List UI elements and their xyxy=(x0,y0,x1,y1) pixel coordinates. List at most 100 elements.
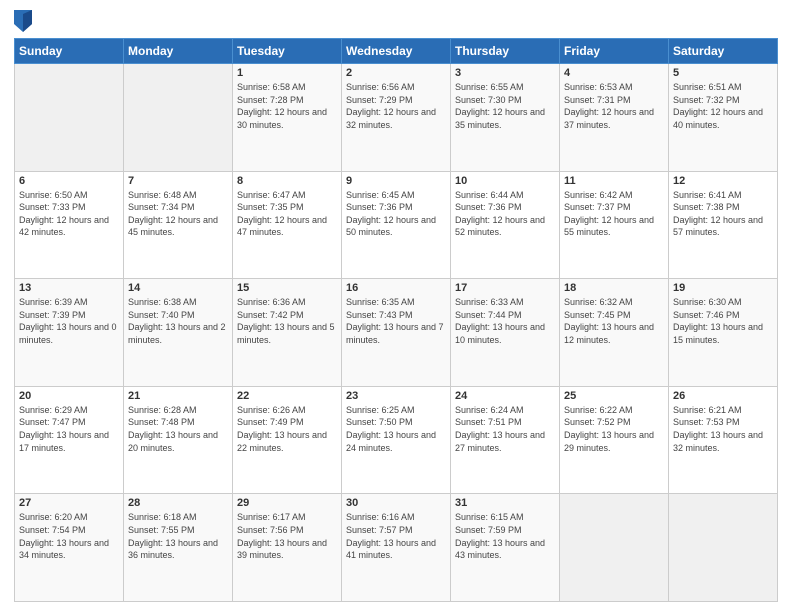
day-number: 15 xyxy=(237,282,337,294)
calendar-cell: 24 Sunrise: 6:24 AMSunset: 7:51 PMDayligh… xyxy=(451,386,560,494)
calendar-cell: 10Sunrise: 6:44 AMSunset: 7:36 PMDayligh… xyxy=(451,171,560,279)
day-number: 27 xyxy=(19,497,119,509)
day-info: Sunrise: 6:25 AMSunset: 7:50 PMDaylight:… xyxy=(346,404,446,454)
header-day-sunday: Sunday xyxy=(15,39,124,64)
day-number: 23 xyxy=(346,390,446,402)
calendar-cell: 28 Sunrise: 6:18 AMSunset: 7:55 PMDayligh… xyxy=(124,494,233,602)
day-info: Sunrise: 6:36 AMSunset: 7:42 PMDaylight:… xyxy=(237,296,337,346)
day-info: Sunrise: 6:26 AMSunset: 7:49 PMDaylight:… xyxy=(237,404,337,454)
day-info: Sunrise: 6:39 AMSunset: 7:39 PMDaylight:… xyxy=(19,296,119,346)
calendar-table: SundayMondayTuesdayWednesdayThursdayFrid… xyxy=(14,38,778,602)
calendar-cell: 29 Sunrise: 6:17 AMSunset: 7:56 PMDayligh… xyxy=(233,494,342,602)
day-number: 29 xyxy=(237,497,337,509)
header-day-friday: Friday xyxy=(560,39,669,64)
calendar-cell: 30 Sunrise: 6:16 AMSunset: 7:57 PMDayligh… xyxy=(342,494,451,602)
day-info: Sunrise: 6:38 AMSunset: 7:40 PMDaylight:… xyxy=(128,296,228,346)
logo-icon xyxy=(14,10,32,32)
day-number: 13 xyxy=(19,282,119,294)
day-number: 10 xyxy=(455,175,555,187)
week-row-1: 6 Sunrise: 6:50 AMSunset: 7:33 PMDaylight… xyxy=(15,171,778,279)
day-number: 25 xyxy=(564,390,664,402)
calendar-cell: 1 Sunrise: 6:58 AMSunset: 7:28 PMDaylight… xyxy=(233,64,342,172)
day-number: 9 xyxy=(346,175,446,187)
calendar-cell: 18Sunrise: 6:32 AMSunset: 7:45 PMDayligh… xyxy=(560,279,669,387)
day-number: 1 xyxy=(237,67,337,79)
day-number: 30 xyxy=(346,497,446,509)
calendar-cell: 8Sunrise: 6:47 AMSunset: 7:35 PMDaylight… xyxy=(233,171,342,279)
day-number: 22 xyxy=(237,390,337,402)
calendar-cell: 2 Sunrise: 6:56 AMSunset: 7:29 PMDaylight… xyxy=(342,64,451,172)
day-info: Sunrise: 6:58 AMSunset: 7:28 PMDaylight:… xyxy=(237,81,337,131)
day-info: Sunrise: 6:17 AMSunset: 7:56 PMDaylight:… xyxy=(237,511,337,561)
header-row: SundayMondayTuesdayWednesdayThursdayFrid… xyxy=(15,39,778,64)
calendar-cell xyxy=(560,494,669,602)
page: SundayMondayTuesdayWednesdayThursdayFrid… xyxy=(0,0,792,612)
calendar-cell: 31 Sunrise: 6:15 AMSunset: 7:59 PMDayligh… xyxy=(451,494,560,602)
day-info: Sunrise: 6:41 AMSunset: 7:38 PMDaylight:… xyxy=(673,189,773,239)
day-number: 6 xyxy=(19,175,119,187)
day-number: 31 xyxy=(455,497,555,509)
day-number: 26 xyxy=(673,390,773,402)
day-info: Sunrise: 6:55 AMSunset: 7:30 PMDaylight:… xyxy=(455,81,555,131)
day-info: Sunrise: 6:51 AMSunset: 7:32 PMDaylight:… xyxy=(673,81,773,131)
day-number: 19 xyxy=(673,282,773,294)
day-number: 14 xyxy=(128,282,228,294)
day-info: Sunrise: 6:30 AMSunset: 7:46 PMDaylight:… xyxy=(673,296,773,346)
calendar-cell: 27 Sunrise: 6:20 AMSunset: 7:54 PMDayligh… xyxy=(15,494,124,602)
calendar-cell: 4Sunrise: 6:53 AMSunset: 7:31 PMDaylight… xyxy=(560,64,669,172)
calendar-cell xyxy=(124,64,233,172)
calendar-cell: 20Sunrise: 6:29 AMSunset: 7:47 PMDayligh… xyxy=(15,386,124,494)
day-number: 3 xyxy=(455,67,555,79)
day-info: Sunrise: 6:20 AMSunset: 7:54 PMDaylight:… xyxy=(19,511,119,561)
day-number: 17 xyxy=(455,282,555,294)
calendar-cell: 11Sunrise: 6:42 AMSunset: 7:37 PMDayligh… xyxy=(560,171,669,279)
day-info: Sunrise: 6:48 AMSunset: 7:34 PMDaylight:… xyxy=(128,189,228,239)
calendar-cell: 3 Sunrise: 6:55 AMSunset: 7:30 PMDaylight… xyxy=(451,64,560,172)
day-number: 7 xyxy=(128,175,228,187)
day-info: Sunrise: 6:24 AMSunset: 7:51 PMDaylight:… xyxy=(455,404,555,454)
day-info: Sunrise: 6:18 AMSunset: 7:55 PMDaylight:… xyxy=(128,511,228,561)
week-row-0: 1 Sunrise: 6:58 AMSunset: 7:28 PMDaylight… xyxy=(15,64,778,172)
day-info: Sunrise: 6:50 AMSunset: 7:33 PMDaylight:… xyxy=(19,189,119,239)
day-number: 24 xyxy=(455,390,555,402)
calendar-cell: 13 Sunrise: 6:39 AMSunset: 7:39 PMDayligh… xyxy=(15,279,124,387)
day-number: 8 xyxy=(237,175,337,187)
header xyxy=(14,10,778,32)
week-row-3: 20Sunrise: 6:29 AMSunset: 7:47 PMDayligh… xyxy=(15,386,778,494)
calendar-cell xyxy=(669,494,778,602)
calendar-cell: 6 Sunrise: 6:50 AMSunset: 7:33 PMDaylight… xyxy=(15,171,124,279)
day-number: 2 xyxy=(346,67,446,79)
day-info: Sunrise: 6:35 AMSunset: 7:43 PMDaylight:… xyxy=(346,296,446,346)
header-day-tuesday: Tuesday xyxy=(233,39,342,64)
week-row-4: 27 Sunrise: 6:20 AMSunset: 7:54 PMDayligh… xyxy=(15,494,778,602)
day-info: Sunrise: 6:45 AMSunset: 7:36 PMDaylight:… xyxy=(346,189,446,239)
calendar-cell: 26 Sunrise: 6:21 AMSunset: 7:53 PMDayligh… xyxy=(669,386,778,494)
header-day-thursday: Thursday xyxy=(451,39,560,64)
calendar-cell: 12 Sunrise: 6:41 AMSunset: 7:38 PMDayligh… xyxy=(669,171,778,279)
day-number: 16 xyxy=(346,282,446,294)
day-info: Sunrise: 6:16 AMSunset: 7:57 PMDaylight:… xyxy=(346,511,446,561)
calendar-body: 1 Sunrise: 6:58 AMSunset: 7:28 PMDaylight… xyxy=(15,64,778,602)
day-number: 4 xyxy=(564,67,664,79)
day-number: 21 xyxy=(128,390,228,402)
calendar-cell: 23 Sunrise: 6:25 AMSunset: 7:50 PMDayligh… xyxy=(342,386,451,494)
calendar-cell: 9 Sunrise: 6:45 AMSunset: 7:36 PMDaylight… xyxy=(342,171,451,279)
day-info: Sunrise: 6:42 AMSunset: 7:37 PMDaylight:… xyxy=(564,189,664,239)
day-number: 28 xyxy=(128,497,228,509)
day-info: Sunrise: 6:29 AMSunset: 7:47 PMDaylight:… xyxy=(19,404,119,454)
day-number: 12 xyxy=(673,175,773,187)
day-info: Sunrise: 6:28 AMSunset: 7:48 PMDaylight:… xyxy=(128,404,228,454)
calendar-cell: 21 Sunrise: 6:28 AMSunset: 7:48 PMDayligh… xyxy=(124,386,233,494)
day-info: Sunrise: 6:56 AMSunset: 7:29 PMDaylight:… xyxy=(346,81,446,131)
day-number: 5 xyxy=(673,67,773,79)
day-info: Sunrise: 6:15 AMSunset: 7:59 PMDaylight:… xyxy=(455,511,555,561)
day-number: 18 xyxy=(564,282,664,294)
calendar-cell xyxy=(15,64,124,172)
calendar-cell: 16 Sunrise: 6:35 AMSunset: 7:43 PMDayligh… xyxy=(342,279,451,387)
calendar-cell: 7 Sunrise: 6:48 AMSunset: 7:34 PMDaylight… xyxy=(124,171,233,279)
day-info: Sunrise: 6:21 AMSunset: 7:53 PMDaylight:… xyxy=(673,404,773,454)
calendar-cell: 14 Sunrise: 6:38 AMSunset: 7:40 PMDayligh… xyxy=(124,279,233,387)
calendar-cell: 19 Sunrise: 6:30 AMSunset: 7:46 PMDayligh… xyxy=(669,279,778,387)
day-info: Sunrise: 6:22 AMSunset: 7:52 PMDaylight:… xyxy=(564,404,664,454)
calendar-header: SundayMondayTuesdayWednesdayThursdayFrid… xyxy=(15,39,778,64)
